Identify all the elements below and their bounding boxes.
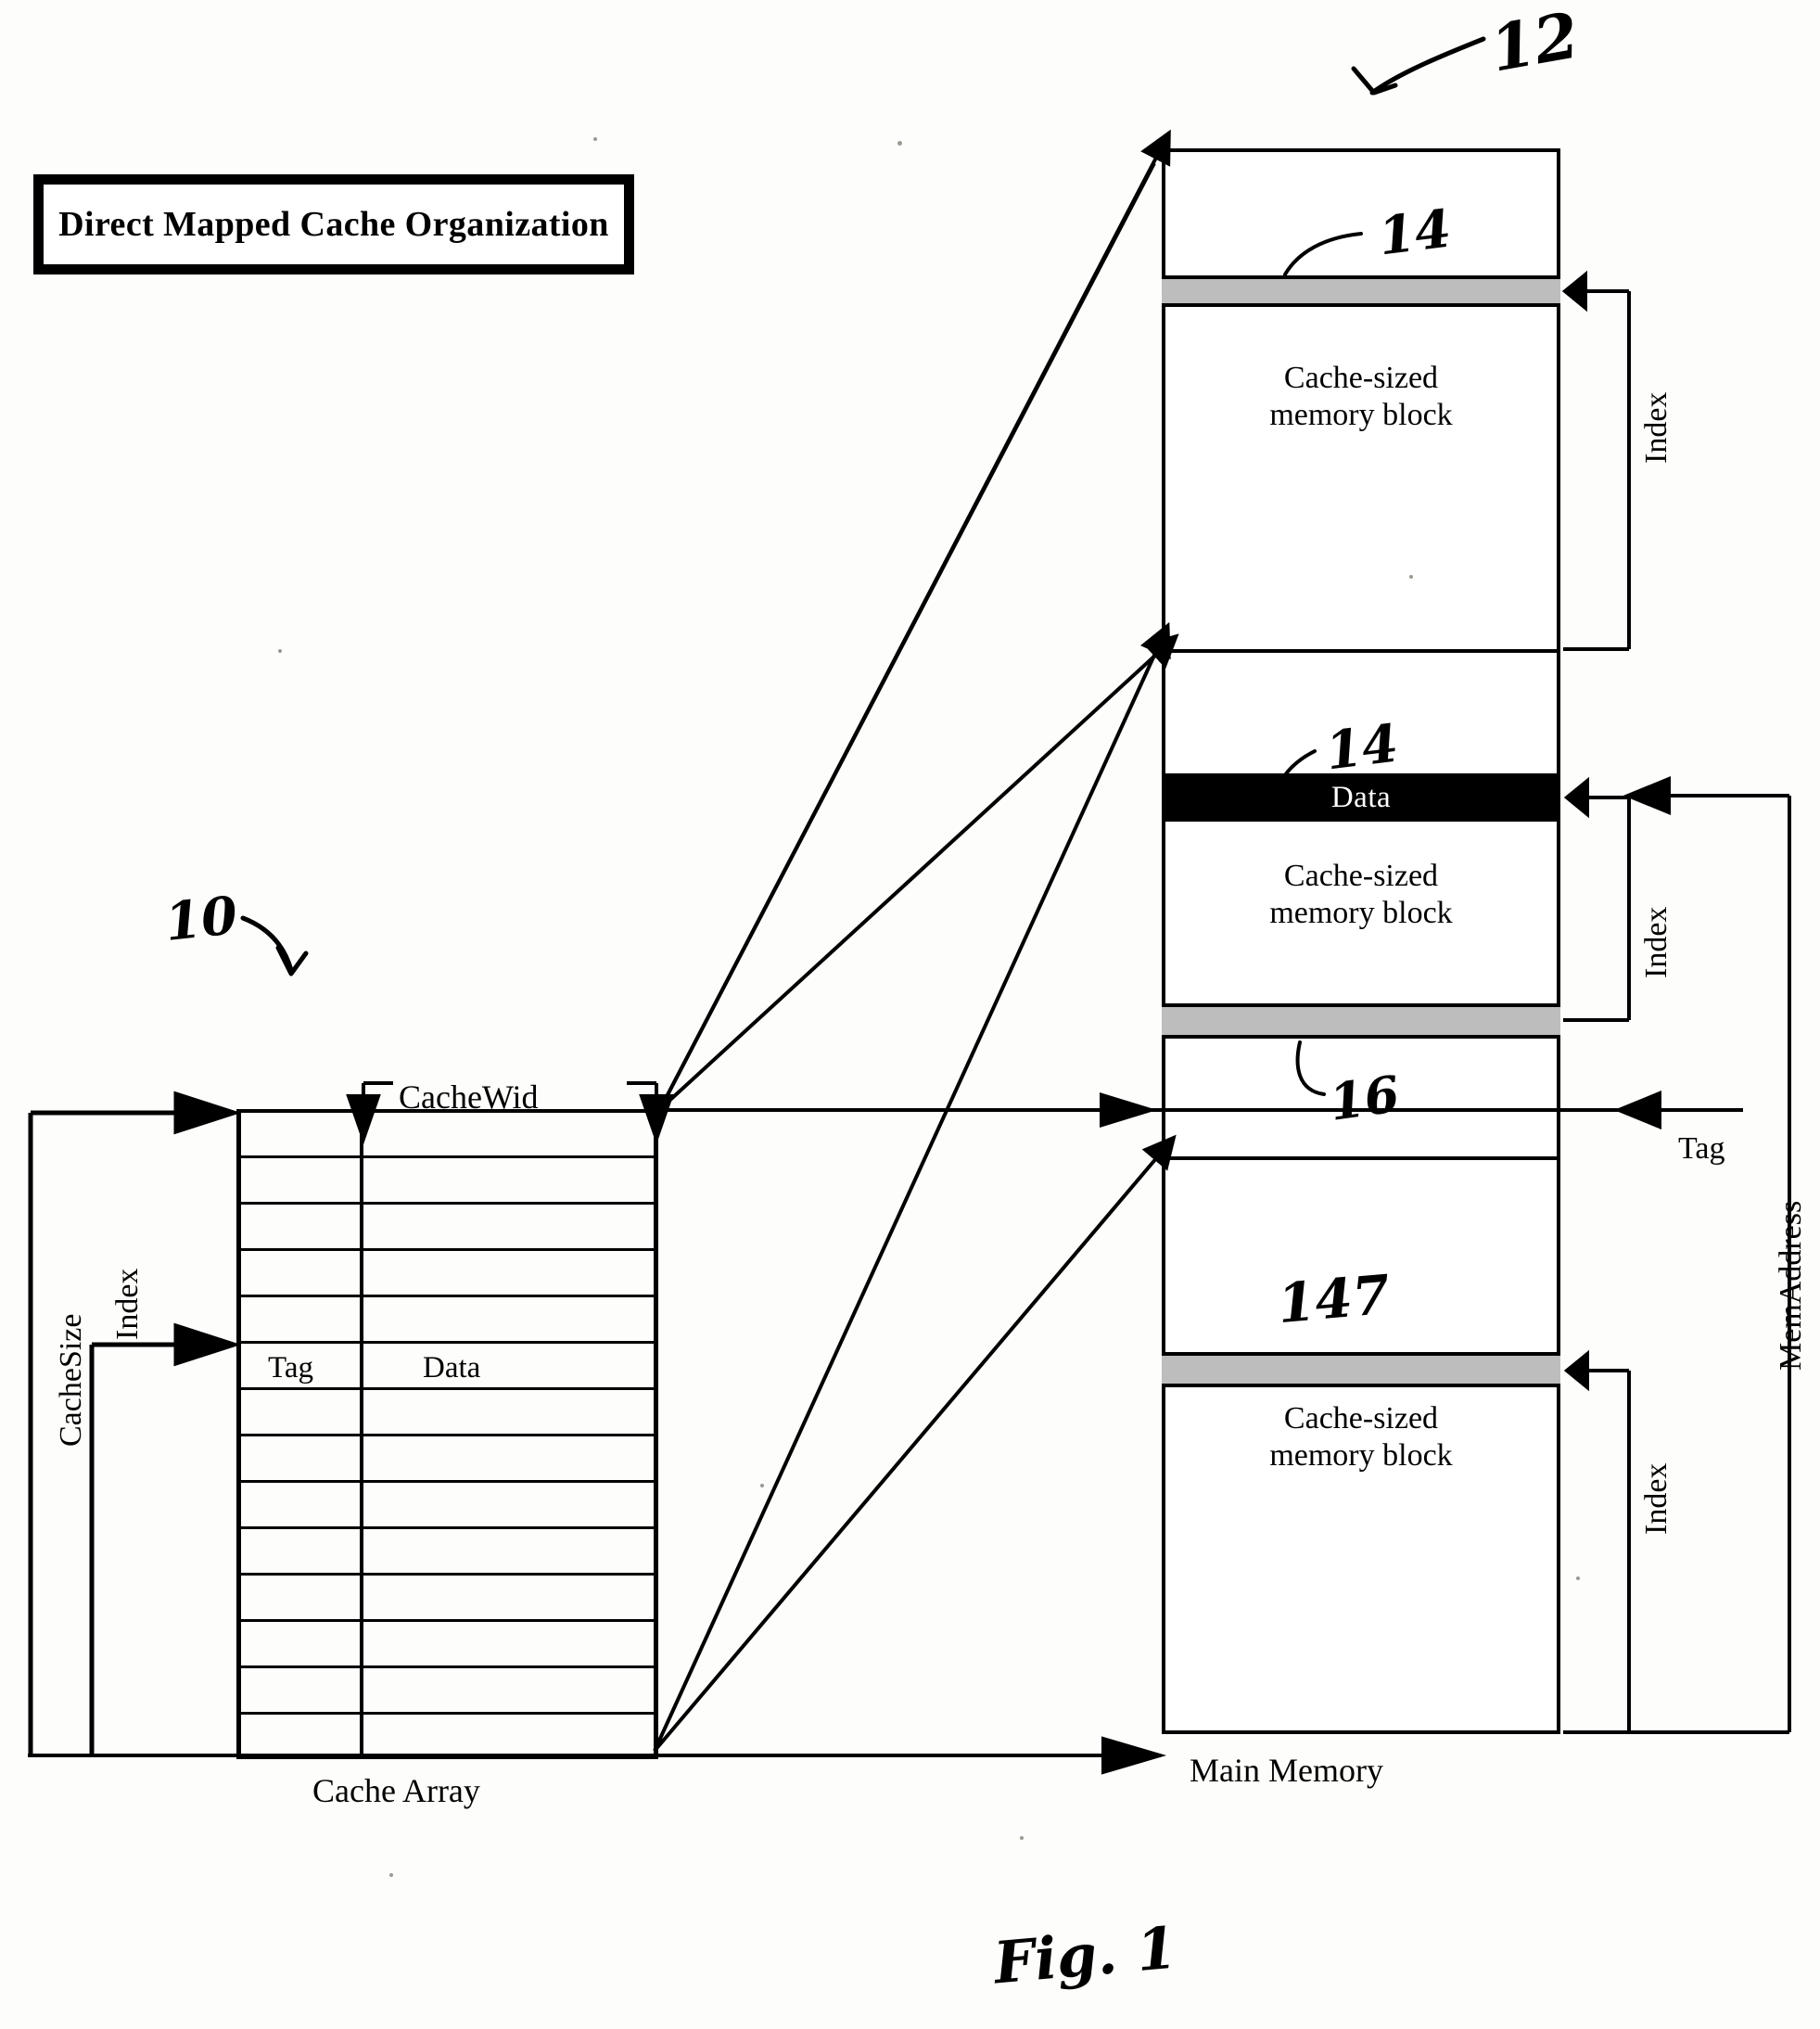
leader-12 — [1351, 36, 1486, 96]
memory-band-gray-middle — [1162, 1003, 1560, 1039]
memory-block-3-line2: memory block — [1269, 1438, 1453, 1474]
memory-block-2-line2: memory block — [1269, 896, 1453, 931]
memory-block-label-1: Cache-sized memory block — [1162, 360, 1560, 434]
memory-index-bracket-1 — [1561, 270, 1631, 651]
cachesize-label: CacheSize — [54, 1313, 88, 1448]
cache-array-bottom-edge — [236, 1755, 658, 1759]
memory-index-label-1: Index — [1639, 391, 1674, 464]
memory-block-1-line2: memory block — [1269, 398, 1453, 433]
paper-speck — [897, 141, 902, 146]
memory-band-gray-lower — [1162, 1352, 1560, 1387]
paper-speck — [278, 649, 282, 653]
cache-row-line — [236, 1573, 658, 1576]
memory-block-3-line1: Cache-sized — [1283, 1401, 1439, 1436]
cache-row-line — [236, 1619, 658, 1622]
ref-numeral-14-top: 14 — [1375, 198, 1455, 268]
memaddress-label: MemAddress — [1774, 1200, 1808, 1371]
memory-block-2-line1: Cache-sized — [1283, 859, 1439, 893]
memory-index-bracket-2 — [1563, 776, 1631, 1022]
cachewid-label: CacheWid — [399, 1078, 539, 1116]
memory-block-1-line1: Cache-sized — [1283, 361, 1439, 395]
cache-row-line — [236, 1526, 658, 1529]
cache-row-line — [236, 1341, 658, 1344]
cache-row-line — [236, 1665, 658, 1668]
memory-index-bracket-3 — [1563, 1349, 1631, 1734]
paper-speck — [1409, 575, 1413, 579]
memory-block-label-2: Cache-sized memory block — [1162, 858, 1560, 932]
cache-array-caption: Cache Array — [312, 1772, 480, 1809]
memory-block-label-3: Cache-sized memory block — [1162, 1400, 1560, 1474]
memory-index-label-3: Index — [1639, 1462, 1674, 1535]
cache-column-header-tag: Tag — [268, 1351, 314, 1385]
memory-tag-arrow — [1613, 1091, 1743, 1129]
figure-title-box: Direct Mapped Cache Organization — [33, 174, 634, 274]
memaddress-bracket — [1567, 776, 1791, 1734]
ref-numeral-12: 12 — [1484, 0, 1585, 87]
cache-row-line — [236, 1248, 658, 1251]
cache-row-line — [236, 1387, 658, 1390]
memory-tag-label: Tag — [1678, 1131, 1725, 1166]
page-title: Direct Mapped Cache Organization — [58, 205, 609, 244]
cache-row-line — [236, 1712, 658, 1715]
figure-caption: Fig. 1 — [991, 1913, 1180, 1997]
ref-numeral-10: 10 — [161, 885, 241, 953]
connector-arrowheads — [1100, 1092, 1157, 1128]
cache-index-label: Index — [110, 1268, 145, 1340]
cache-row-line — [236, 1480, 658, 1483]
main-memory-caption: Main Memory — [1190, 1752, 1383, 1789]
ref-numeral-147: 147 — [1275, 1262, 1393, 1336]
ref-numeral-14-mid: 14 — [1322, 712, 1402, 783]
ref-numeral-16: 16 — [1325, 1064, 1404, 1132]
figure-page: Direct Mapped Cache Organization Data Ca… — [0, 0, 1820, 2029]
paper-speck — [760, 1484, 764, 1487]
memory-band-data: Data — [1162, 773, 1560, 822]
memory-index-label-2: Index — [1639, 906, 1674, 978]
data-band-label: Data — [1330, 780, 1392, 814]
cache-row-line — [236, 1155, 658, 1158]
cache-row-line — [236, 1434, 658, 1436]
mapping-arrows — [653, 129, 1179, 1753]
memory-divider-1 — [1162, 649, 1560, 653]
cache-column-header-data: Data — [423, 1351, 481, 1385]
cache-index-bracket — [89, 1322, 242, 1755]
paper-speck — [593, 137, 597, 141]
leader-10 — [240, 915, 309, 976]
paper-speck — [1020, 1836, 1024, 1840]
paper-speck — [1576, 1576, 1580, 1580]
memory-band-gray-top — [1162, 275, 1560, 307]
paper-speck — [389, 1873, 393, 1877]
cache-row-line — [236, 1202, 658, 1205]
memory-divider-2 — [1162, 1156, 1560, 1160]
cache-row-line — [236, 1295, 658, 1297]
